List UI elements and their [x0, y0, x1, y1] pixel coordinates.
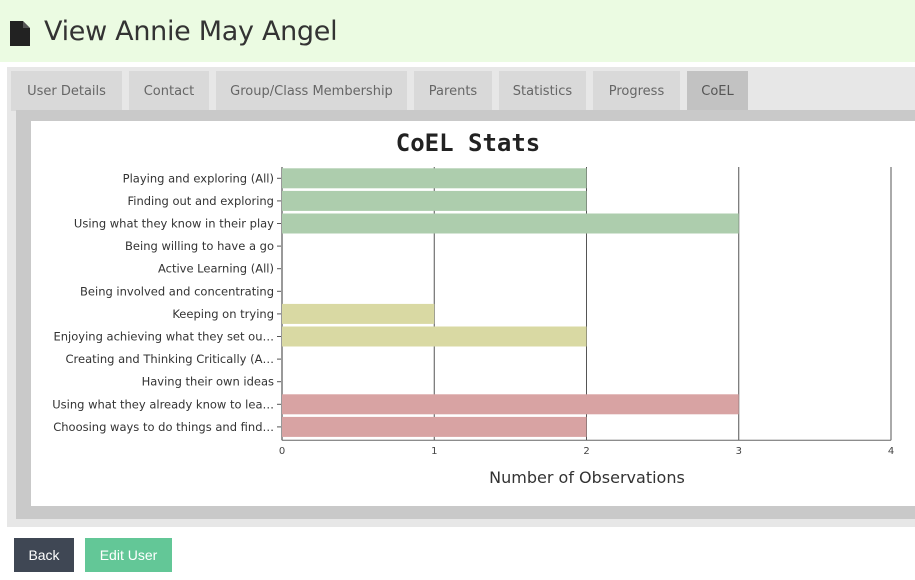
bar[interactable] [282, 394, 739, 415]
y-tick-label: Active Learning (All) [158, 262, 274, 276]
x-tick-label: 2 [583, 446, 589, 457]
x-tick-label: 1 [431, 446, 437, 457]
x-tick-label: 4 [888, 446, 894, 457]
y-tick-label: Enjoying achieving what they set ou… [54, 330, 275, 344]
y-tick-label: Using what they know in their play [74, 217, 274, 231]
tab-progress[interactable]: Progress [593, 71, 680, 111]
bar[interactable] [282, 326, 587, 347]
y-tick-label: Finding out and exploring [127, 194, 274, 208]
bar[interactable] [282, 168, 587, 189]
bar[interactable] [282, 190, 587, 211]
x-tick-label: 0 [279, 446, 285, 457]
back-button[interactable]: Back [14, 538, 74, 572]
bar[interactable] [282, 303, 435, 324]
edit-user-button[interactable]: Edit User [85, 538, 172, 572]
y-tick-label: Creating and Thinking Critically (A… [66, 352, 275, 366]
tab-coel[interactable]: CoEL [687, 71, 748, 111]
x-tick-label: 3 [736, 446, 742, 457]
y-tick-label: Using what they already know to lea… [52, 397, 274, 411]
x-axis-label: Number of Observations [489, 468, 685, 487]
coel-chart-container: CoEL Stats 0 1 2 3 4 Playing and exploring (A… [31, 121, 915, 506]
bar[interactable] [282, 416, 587, 437]
page-header: View Annie May Angel [0, 0, 915, 62]
y-tick-label: Having their own ideas [142, 375, 274, 389]
document-icon [10, 21, 30, 46]
y-tick-label: Being willing to have a go [125, 239, 274, 253]
tab-contact[interactable]: Contact [129, 71, 209, 111]
y-tick-label: Choosing ways to do things and find… [53, 420, 274, 434]
y-tick-label: Playing and exploring (All) [123, 171, 274, 185]
tab-parents[interactable]: Parents [414, 71, 492, 111]
coel-stats-chart: CoEL Stats 0 1 2 3 4 Playing and exploring (A… [52, 129, 894, 487]
y-tick-label: Keeping on trying [172, 307, 274, 321]
y-tick-label: Being involved and concentrating [80, 284, 274, 298]
tab-group-class-membership[interactable]: Group/Class Membership [216, 71, 407, 111]
tab-user-details[interactable]: User Details [11, 71, 122, 111]
page-title: View Annie May Angel [44, 16, 338, 47]
bar[interactable] [282, 213, 739, 234]
chart-title: CoEL Stats [396, 129, 541, 157]
tab-statistics[interactable]: Statistics [499, 71, 586, 111]
